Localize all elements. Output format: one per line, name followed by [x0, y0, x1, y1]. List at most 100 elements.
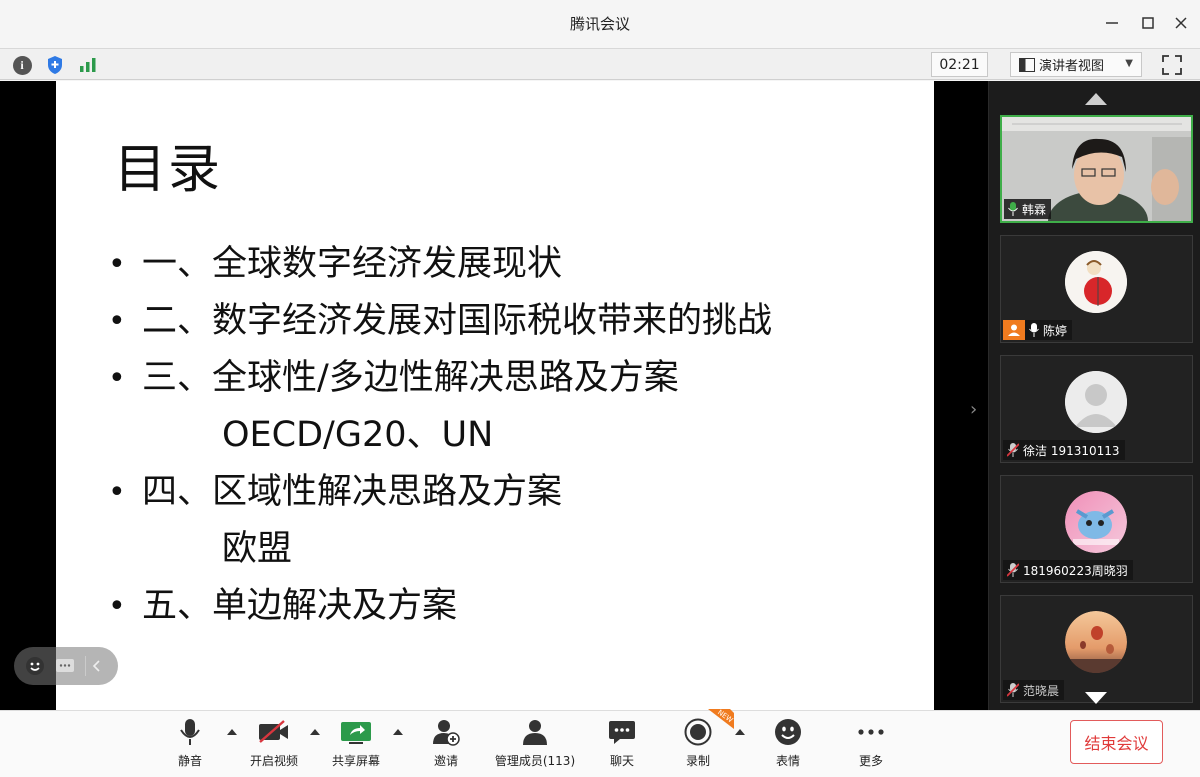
mic-on-icon	[1008, 202, 1018, 216]
avatar-image	[1065, 611, 1127, 673]
view-mode-select[interactable]: 演讲者视图 ▼	[1010, 52, 1142, 77]
signal-bars-icon	[80, 58, 96, 72]
chat-button[interactable]: 聊天	[580, 717, 664, 773]
record-options-caret-icon[interactable]	[735, 729, 745, 735]
video-label: 开启视频	[249, 754, 298, 768]
host-icon	[1003, 320, 1025, 340]
slide-subitem: OECD/G20、UN	[222, 415, 494, 455]
meeting-timer: 02:21	[931, 52, 988, 77]
emoji-icon	[775, 719, 801, 745]
bullet-icon: •	[108, 304, 126, 339]
chat-icon	[609, 721, 635, 744]
slide-outline-list: • 一、全球数字经济发展现状 • 二、数字经济发展对国际税收带来的挑战 • 三、全球性…	[108, 236, 772, 635]
bullet-icon: •	[108, 589, 126, 624]
participant-tile[interactable]: 范晓晨	[1000, 595, 1193, 703]
minimize-button[interactable]	[1101, 12, 1123, 34]
smiley-icon	[26, 657, 44, 675]
network-signal-button[interactable]	[78, 55, 98, 75]
meeting-info-button[interactable]: i	[12, 55, 32, 75]
info-icon: i	[12, 55, 32, 75]
participant-nameplate: 徐洁 191310113	[1003, 440, 1125, 460]
avatar-image	[1065, 491, 1127, 553]
participant-nameplate: 陈婷	[1003, 320, 1073, 340]
meeting-toolbar: i 02:21 演讲者视图 ▼	[0, 48, 1200, 80]
view-mode-label: 演讲者视图	[1039, 59, 1105, 74]
add-person-icon	[433, 720, 460, 746]
participant-tile[interactable]: 韩霖	[1000, 115, 1193, 223]
bullet-icon: •	[108, 475, 126, 510]
participant-name: 韩霖	[1022, 202, 1047, 217]
security-button[interactable]	[45, 55, 65, 75]
slide-title: 目录	[114, 140, 223, 200]
default-avatar-icon	[1065, 371, 1127, 433]
invite-button[interactable]: 邀请	[404, 717, 488, 773]
mic-muted-icon	[1007, 683, 1019, 697]
fullscreen-button[interactable]	[1160, 53, 1184, 77]
slide-item: • 二、数字经济发展对国际税收带来的挑战	[108, 293, 772, 350]
more-label: 更多	[858, 754, 883, 768]
scroll-down-icon[interactable]	[1085, 692, 1107, 704]
slide-item-text: 二、数字经济发展对国际税收带来的挑战	[142, 301, 773, 341]
slide-item: • 三、全球性/多边性解决思路及方案	[108, 350, 772, 407]
video-off-icon	[259, 720, 288, 743]
share-screen-icon	[341, 722, 371, 744]
more-button[interactable]: 更多	[829, 717, 913, 773]
floating-reaction-bar	[14, 647, 118, 685]
scroll-up-icon[interactable]	[1085, 93, 1107, 105]
shared-slide: 目录 • 一、全球数字经济发展现状 • 二、数字经济发展对国际税收带来的挑战 • 三、…	[56, 81, 934, 710]
mic-on-icon	[1029, 323, 1039, 337]
participant-name: 范晓晨	[1023, 683, 1060, 698]
bullet-icon: •	[108, 361, 126, 396]
participant-tile[interactable]: 181960223周晓羽	[1000, 475, 1193, 583]
avatar	[1065, 491, 1127, 553]
members-icon	[523, 720, 547, 745]
slide-item: • 一、全球数字经济发展现状	[108, 236, 772, 293]
close-icon	[1175, 17, 1187, 29]
participant-name: 陈婷	[1043, 323, 1068, 338]
participant-name: 徐洁 191310113	[1023, 443, 1120, 458]
main-stage: 目录 • 一、全球数字经济发展现状 • 二、数字经济发展对国际税收带来的挑战 • 三、…	[0, 81, 1200, 710]
window-title: 腾讯会议	[569, 15, 630, 33]
video-toggle-button[interactable]: 开启视频	[232, 717, 316, 773]
maximize-button[interactable]	[1137, 12, 1159, 34]
sidebar-toggle-chevron-icon[interactable]: ›	[970, 399, 977, 420]
maximize-icon	[1142, 17, 1154, 29]
caret-down-icon: ▼	[1125, 58, 1133, 69]
chat-float-button[interactable]	[55, 656, 75, 676]
collapse-float-button[interactable]	[85, 656, 105, 676]
title-bar: 腾讯会议	[0, 0, 1200, 48]
chevron-left-icon	[92, 660, 100, 672]
close-button[interactable]	[1170, 12, 1192, 34]
record-label: 录制	[685, 754, 710, 768]
minimize-icon	[1106, 22, 1118, 24]
emoji-float-button[interactable]	[25, 656, 45, 676]
slide-subitem: 欧盟	[222, 529, 293, 569]
manage-members-label: 管理成员(113)	[494, 754, 576, 768]
end-meeting-button[interactable]: 结束会议	[1070, 720, 1163, 764]
participant-nameplate: 韩霖	[1004, 199, 1052, 219]
participant-tile[interactable]: 陈婷	[1000, 235, 1193, 343]
share-options-caret-icon[interactable]	[393, 729, 403, 735]
slide-item-text: 三、全球性/多边性解决思路及方案	[142, 358, 679, 398]
share-screen-button[interactable]: 共享屏幕	[314, 717, 398, 773]
slide-item-text: 一、全球数字经济发展现状	[142, 244, 563, 284]
slide-item-text: 五、单边解决及方案	[142, 586, 458, 626]
more-dots-icon	[858, 729, 884, 735]
invite-label: 邀请	[433, 754, 458, 768]
avatar	[1065, 371, 1127, 433]
share-screen-label: 共享屏幕	[331, 754, 380, 768]
participant-gallery: 韩霖 陈婷 徐洁 191310113 181960223周晓羽 范晓晨	[988, 81, 1200, 710]
bullet-icon: •	[108, 247, 126, 282]
slide-item: • 四、区域性解决思路及方案	[108, 464, 772, 521]
manage-members-button[interactable]: 管理成员(113)	[493, 717, 577, 773]
avatar	[1065, 611, 1127, 673]
emoji-button[interactable]: 表情	[746, 717, 830, 773]
participant-tile[interactable]: 徐洁 191310113	[1000, 355, 1193, 463]
new-badge: NEW	[708, 709, 734, 729]
microphone-icon	[180, 719, 200, 745]
avatar	[1065, 251, 1127, 313]
participant-nameplate: 范晓晨	[1003, 680, 1065, 700]
avatar-image	[1065, 251, 1127, 313]
mute-button[interactable]: 静音	[148, 717, 232, 773]
mute-label: 静音	[177, 754, 202, 768]
